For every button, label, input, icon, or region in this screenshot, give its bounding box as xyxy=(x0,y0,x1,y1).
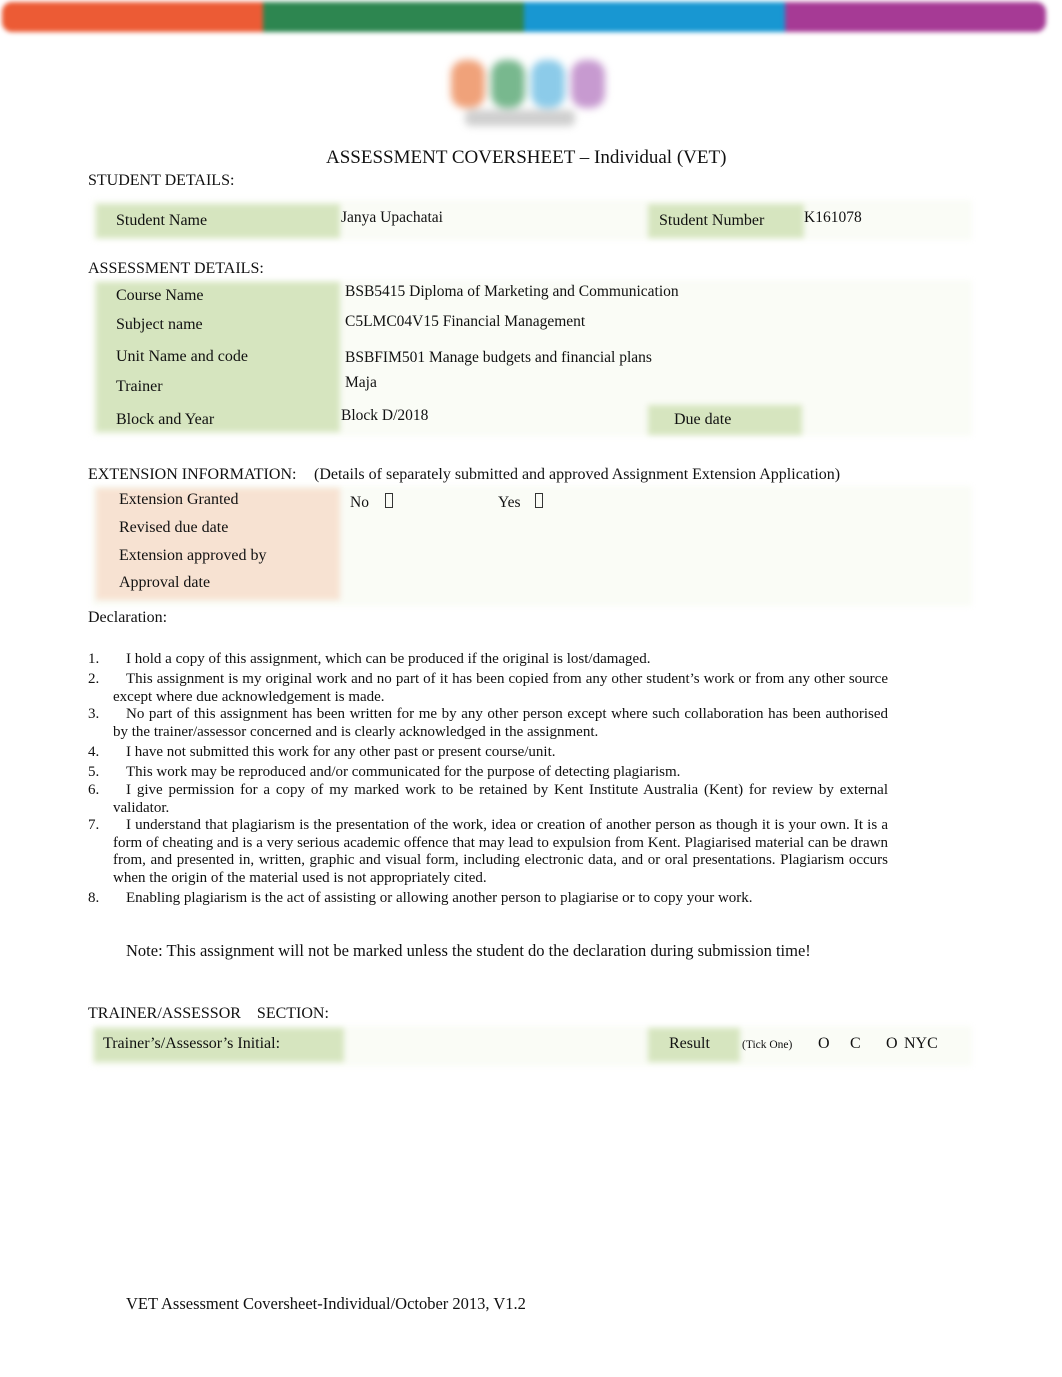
trainer-label: Trainer xyxy=(116,378,163,395)
extension-yes-label: Yes xyxy=(498,494,521,511)
subject-name-value[interactable]: C5LMC04V15 Financial Management xyxy=(345,313,585,331)
brand-bar-orange xyxy=(2,2,263,32)
declaration-item-text: This assignment is my original work and … xyxy=(113,671,888,705)
tick-one-hint: (Tick One) xyxy=(742,1039,793,1051)
extension-approved-by-label: Extension approved by xyxy=(119,547,267,564)
revised-due-date-label: Revised due date xyxy=(119,519,229,536)
declaration-item-text: I give permission for a copy of my marke… xyxy=(113,782,888,816)
declaration-item-number: 7. xyxy=(88,817,100,833)
extension-no-label: No xyxy=(350,494,369,511)
extension-granted-label: Extension Granted xyxy=(119,491,239,508)
unit-name-value[interactable]: BSBFIM501 Manage budgets and financial p… xyxy=(345,349,652,367)
declaration-item-number: 6. xyxy=(88,782,100,798)
approval-date-value[interactable] xyxy=(345,574,945,592)
declaration-item-number: 3. xyxy=(88,706,100,722)
extension-heading: EXTENSION INFORMATION: xyxy=(88,466,297,483)
declaration-heading: Declaration: xyxy=(88,609,168,626)
declaration-note: Note: This assignment will not be marked… xyxy=(126,941,811,960)
extension-yes-checkbox[interactable] xyxy=(535,493,543,508)
declaration-item: 7. I understand that plagiarism is the p… xyxy=(88,817,888,887)
brand-bar-green xyxy=(263,2,524,32)
page-title: ASSESSMENT COVERSHEET – Individual (VET) xyxy=(326,147,727,168)
brand-color-bar xyxy=(2,2,1046,32)
result-nyc-label: NYC xyxy=(904,1035,938,1052)
course-name-label: Course Name xyxy=(116,287,204,304)
unit-name-label: Unit Name and code xyxy=(116,348,248,365)
block-year-label: Block and Year xyxy=(116,411,215,428)
declaration-item-text: Enabling plagiarism is the act of assist… xyxy=(126,890,753,906)
trainer-initial-value[interactable] xyxy=(355,1035,635,1053)
trainer-section-heading: TRAINER/ASSESSOR SECTION: xyxy=(88,1005,329,1022)
trainer-value[interactable]: Maja xyxy=(345,374,377,392)
declaration-item: 5. This work may be reproduced and/or co… xyxy=(88,764,888,782)
block-year-value[interactable]: Block D/2018 xyxy=(341,407,428,425)
due-date-value[interactable] xyxy=(810,411,960,429)
revised-due-date-value[interactable] xyxy=(345,519,945,537)
declaration-item: 6. I give permission for a copy of my ma… xyxy=(88,782,888,817)
student-name-label: Student Name xyxy=(116,212,208,229)
student-number-label: Student Number xyxy=(659,212,765,229)
declaration-item-number: 8. xyxy=(88,890,100,906)
extension-no-checkbox[interactable] xyxy=(385,493,393,508)
student-number-value[interactable]: K161078 xyxy=(804,209,862,227)
declaration-item-text: I hold a copy of this assignment, which … xyxy=(126,651,651,667)
declaration-item-number: 2. xyxy=(88,671,100,687)
declaration-item: 8. Enabling plagiarism is the act of ass… xyxy=(88,890,888,908)
assessment-details-heading: ASSESSMENT DETAILS: xyxy=(88,260,264,277)
trainer-initial-label: Trainer’s/Assessor’s Initial: xyxy=(103,1035,281,1052)
declaration-item-text: I understand that plagiarism is the pres… xyxy=(113,817,888,886)
result-nyc-radio[interactable]: O xyxy=(886,1035,898,1053)
declaration-item-text: This work may be reproduced and/or commu… xyxy=(126,764,681,780)
declaration-item-number: 4. xyxy=(88,744,100,760)
result-c-label: C xyxy=(850,1035,861,1052)
declaration-item: 2. This assignment is my original work a… xyxy=(88,671,888,706)
student-name-value[interactable]: Janya Upachatai xyxy=(341,209,443,227)
due-date-label: Due date xyxy=(674,411,732,428)
extension-subheading: (Details of separately submitted and app… xyxy=(314,466,841,483)
student-details-heading: STUDENT DETAILS: xyxy=(88,172,235,189)
subject-name-label: Subject name xyxy=(116,316,203,333)
declaration-item-text: I have not submitted this work for any o… xyxy=(126,744,556,760)
declaration-item: 3. No part of this assignment has been w… xyxy=(88,706,888,741)
extension-approved-by-value[interactable] xyxy=(345,547,945,565)
result-c-radio[interactable]: O xyxy=(818,1035,830,1053)
brand-bar-purple xyxy=(785,2,1046,32)
declaration-item-number: 5. xyxy=(88,764,100,780)
declaration-item-text: No part of this assignment has been writ… xyxy=(113,706,888,740)
declaration-item-number: 1. xyxy=(88,651,100,667)
course-name-value[interactable]: BSB5415 Diploma of Marketing and Communi… xyxy=(345,283,679,301)
brand-bar-blue xyxy=(524,2,785,32)
result-label: Result xyxy=(669,1035,710,1052)
approval-date-label: Approval date xyxy=(119,574,211,591)
footer-version: VET Assessment Coversheet-Individual/Oct… xyxy=(126,1294,526,1313)
declaration-item: 4. I have not submitted this work for an… xyxy=(88,744,888,762)
declaration-item: 1. I hold a copy of this assignment, whi… xyxy=(88,651,888,669)
kent-logo xyxy=(445,52,615,132)
